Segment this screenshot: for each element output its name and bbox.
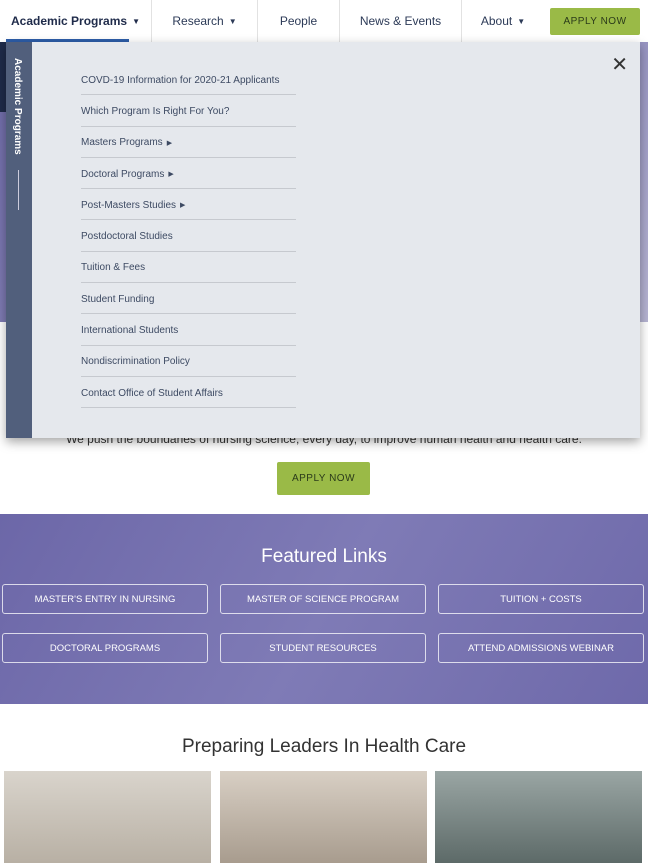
leaders-title: Preparing Leaders In Health Care [181,736,467,757]
menu-side-title: Academic Programs [12,58,23,155]
featured-links-title: Featured Links [261,546,387,567]
nav-research[interactable]: Research ▼ [152,0,258,42]
menu-list: COVD-19 Information for 2020-21 Applican… [81,64,296,409]
caret-down-icon: ▼ [228,16,237,26]
close-icon[interactable]: ✕ [611,52,628,77]
menu-item-label: COVD-19 Information for 2020-21 Applican… [81,74,280,86]
menu-item[interactable]: Nondiscrimination Policy [81,346,296,377]
photo-student[interactable] [220,771,427,863]
caret-right-icon: ▶ [168,171,174,179]
divider [18,170,19,210]
menu-item-label: Tuition & Fees [81,262,146,274]
menu-item-label: Student Funding [81,293,155,305]
menu-item[interactable]: Contact Office of Student Affairs [81,377,296,409]
caret-right-icon: ▶ [166,139,173,147]
featured-link[interactable]: MASTER OF SCIENCE PROGRAM [220,584,426,614]
apply-now-center-button[interactable]: APPLY NOW [277,462,370,495]
nav-people[interactable]: People [258,0,340,42]
menu-item[interactable]: Post-Masters Studies ▶ [81,189,296,221]
menu-item[interactable]: Doctoral Programs ▶ [81,158,296,190]
menu-item-label: Postdoctoral Studies [81,231,173,243]
caret-right-icon: ▶ [180,202,186,210]
nav-label: People [279,14,318,28]
menu-item-label: Which Program Is Right For You? [81,105,230,117]
menu-item[interactable]: Which Program Is Right For You? [81,95,296,127]
menu-item-label: Contact Office of Student Affairs [81,387,223,399]
nav-news-events[interactable]: News & Events [340,0,462,42]
menu-side-tab: Academic Programs [6,42,32,438]
featured-link[interactable]: STUDENT RESOURCES [220,633,426,663]
caret-down-icon: ▼ [517,16,526,26]
nav-label: Academic Programs [11,14,128,28]
photo-nurse[interactable] [4,771,211,863]
menu-item-label: Doctoral Programs [81,168,165,180]
photo-student-2[interactable] [435,771,642,863]
nav-label: About [480,14,513,28]
caret-down-icon: ▼ [132,16,140,26]
menu-item[interactable]: COVD-19 Information for 2020-21 Applican… [81,64,296,96]
menu-item-label: Post-Masters Studies [81,199,177,211]
apply-now-button[interactable]: APPLY NOW [550,8,640,35]
menu-item-label: International Students [81,325,179,337]
menu-item[interactable]: Postdoctoral Studies [81,220,296,252]
academic-programs-dropdown: Academic Programs ✕ COVD-19 Information … [6,42,640,438]
featured-link[interactable]: TUITION + COSTS [438,584,644,614]
menu-item[interactable]: Masters Programs ▶ [81,127,296,158]
menu-item[interactable]: International Students [81,314,296,346]
nav-academic-programs[interactable]: Academic Programs ▼ [0,0,152,42]
menu-item[interactable]: Tuition & Fees [81,252,296,284]
nav-about[interactable]: About ▼ [462,0,544,42]
nav-label: Research [172,14,224,28]
featured-link[interactable]: DOCTORAL PROGRAMS [2,633,208,663]
featured-links-section: Featured Links MASTER'S ENTRY IN NURSING… [0,514,648,704]
featured-link[interactable]: ATTEND ADMISSIONS WEBINAR [438,633,644,663]
menu-item-label: Masters Programs [81,137,163,149]
featured-link[interactable]: MASTER'S ENTRY IN NURSING [2,584,208,614]
nav-label: News & Events [359,14,442,28]
menu-item-label: Nondiscrimination Policy [81,356,190,368]
menu-item[interactable]: Student Funding [81,283,296,315]
